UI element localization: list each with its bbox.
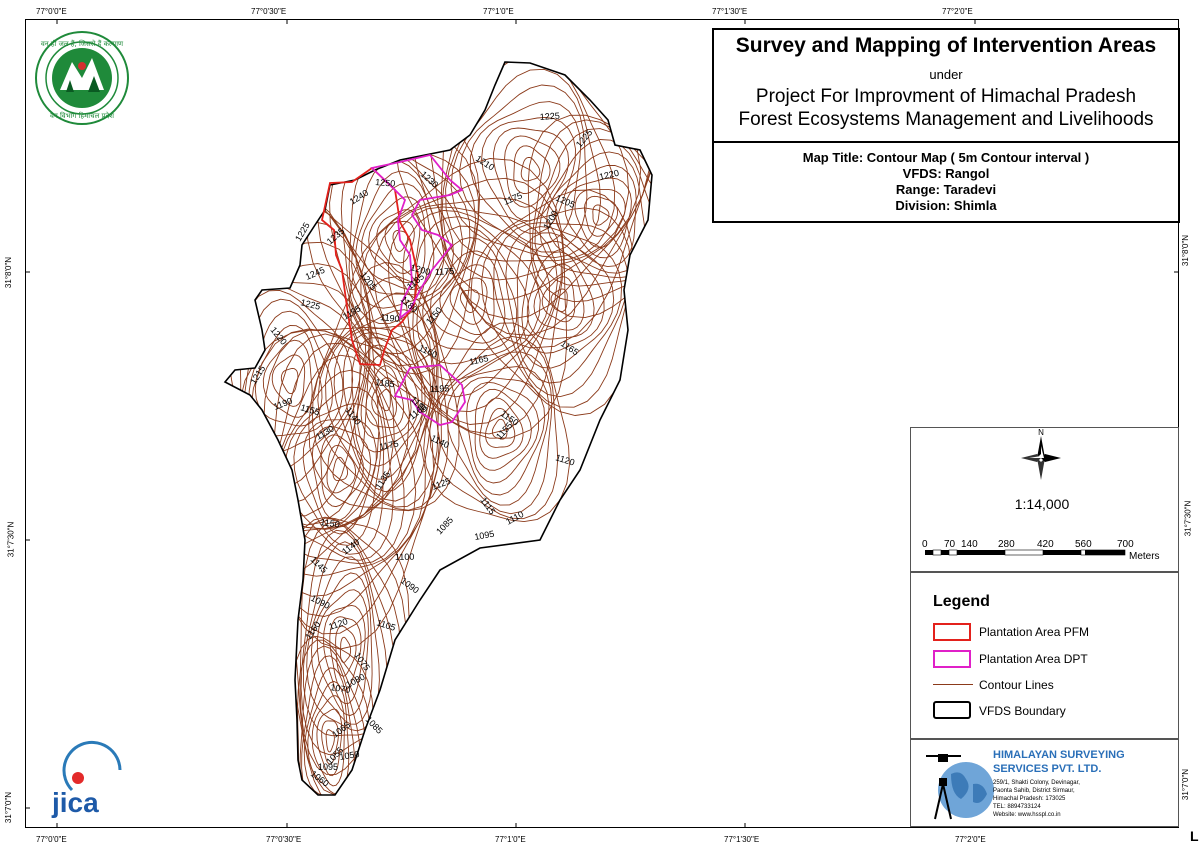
contour-label: 1190 bbox=[272, 396, 294, 412]
contour-line bbox=[326, 444, 356, 494]
legend-swatch-dpt bbox=[933, 650, 971, 668]
project-line-1: Project For Improvment of Himachal Prade… bbox=[755, 86, 1137, 107]
vfds-boundary bbox=[223, 61, 653, 796]
legend-box: Legend Plantation Area PFM Plantation Ar… bbox=[910, 572, 1179, 739]
scale-tick-2: 140 bbox=[961, 539, 978, 550]
map-title: Map Title: Contour Map ( 5m Contour inte… bbox=[802, 150, 1090, 165]
contour-label: 1115 bbox=[478, 495, 497, 516]
logo-text-top: वन ही जल हैं, जिससे हैं कल्याण bbox=[41, 39, 124, 48]
contour-label: 1195 bbox=[430, 383, 450, 394]
jica-wordmark: jica bbox=[51, 787, 99, 818]
contour-label: 1090 bbox=[399, 576, 421, 596]
legend-swatch-contour bbox=[933, 684, 973, 685]
contour-label: 1225 bbox=[300, 297, 322, 312]
contour-label: 1175 bbox=[435, 266, 455, 277]
company-name-line1: HIMALAYAN SURVEYING bbox=[993, 749, 1125, 761]
contour-label: 1240 bbox=[348, 188, 370, 207]
jica-logo: jica bbox=[51, 740, 122, 818]
contour-label: 1145 bbox=[309, 554, 330, 575]
contour-line bbox=[583, 195, 619, 237]
scale-tick-4: 420 bbox=[1037, 539, 1054, 550]
contour-label: 1100 bbox=[395, 552, 415, 562]
contour-label: 1085 bbox=[434, 515, 455, 536]
globe-logo-icon bbox=[926, 754, 994, 820]
contour-label: 1225 bbox=[539, 111, 560, 122]
legend-label-boundary: VFDS Boundary bbox=[979, 704, 1066, 718]
contour-line bbox=[410, 62, 652, 336]
scale-tick-0: 0 bbox=[922, 539, 928, 550]
legend-label-pfm: Plantation Area PFM bbox=[979, 625, 1090, 639]
contour-label: 1175 bbox=[502, 190, 524, 207]
contour-label: 1095 bbox=[474, 529, 495, 542]
scale-tick-3: 280 bbox=[998, 539, 1015, 550]
contour-label: 1220 bbox=[598, 168, 620, 182]
contour-label: 1090 bbox=[309, 593, 331, 611]
north-arrow-icon bbox=[1021, 436, 1061, 480]
edge-letter: L bbox=[1190, 828, 1199, 844]
scale-tick-5: 560 bbox=[1075, 539, 1092, 550]
contour-label: 1160 bbox=[303, 619, 322, 641]
scale-bar bbox=[925, 549, 1126, 556]
company-address-2: Paonta Sahib, District Sirmaur, bbox=[993, 788, 1075, 794]
company-box: HIMALAYAN SURVEYING SERVICES PVT. LTD. 2… bbox=[910, 739, 1179, 827]
logo-text-bottom: वन विभाग हिमाचल प्रदेश bbox=[50, 111, 114, 120]
legend-swatch-pfm bbox=[933, 623, 971, 641]
contour-line bbox=[236, 326, 442, 650]
contour-label: 1225 bbox=[293, 221, 312, 243]
title-under: under bbox=[929, 67, 963, 82]
contour-label: 1070 bbox=[330, 682, 351, 695]
contour-label: 1130 bbox=[314, 423, 336, 441]
company-website: Website: www.hsspl.co.in bbox=[993, 812, 1061, 818]
contour-label: 1225 bbox=[574, 128, 595, 150]
contour-line bbox=[225, 220, 380, 530]
contour-label: 1175 bbox=[378, 438, 399, 452]
contour-label: 1190 bbox=[380, 312, 400, 324]
scale-ratio: 1:14,000 bbox=[1015, 496, 1070, 512]
legend-label-dpt: Plantation Area DPT bbox=[979, 652, 1088, 666]
title-divider bbox=[714, 141, 1178, 143]
contour-line bbox=[280, 367, 299, 395]
company-address-1: 259/1, Shakti Colony, Devinagar, bbox=[993, 780, 1080, 786]
north-label: N bbox=[1038, 428, 1044, 437]
division-name: Division: Shimla bbox=[895, 198, 997, 213]
company-address-3: Himachal Pradesh: 173025 bbox=[993, 796, 1066, 802]
title-box: Survey and Mapping of Intervention Areas… bbox=[712, 28, 1180, 223]
legend-swatch-boundary bbox=[933, 701, 971, 719]
scale-tick-6: 700 bbox=[1117, 539, 1134, 550]
vfds-name: VFDS: Rangol bbox=[902, 166, 990, 181]
contour-label: 1165 bbox=[468, 353, 489, 367]
contour-label: 1250 bbox=[375, 177, 396, 189]
scale-unit: Meters bbox=[1129, 551, 1160, 562]
company-phone: TEL: 8894733124 bbox=[993, 804, 1041, 810]
company-name-line2: SERVICES PVT. LTD. bbox=[993, 763, 1102, 775]
range-name: Range: Taradevi bbox=[895, 182, 997, 197]
title-main: Survey and Mapping of Intervention Areas bbox=[735, 34, 1157, 57]
contour-label: 1165 bbox=[559, 338, 581, 357]
scale-box: N 1:14,000 0 70 140 280 420 560 700 Mete… bbox=[910, 427, 1179, 572]
project-line-2: Forest Ecosystems Management and Livelih… bbox=[738, 109, 1154, 130]
contour-label: 1210 bbox=[474, 153, 496, 172]
scale-tick-1: 70 bbox=[944, 539, 956, 550]
contour-label: 1105 bbox=[375, 617, 397, 632]
contour-label: 1160 bbox=[417, 343, 439, 360]
contour-label: 1135 bbox=[373, 469, 392, 491]
contour-label: 1125 bbox=[430, 476, 452, 492]
contour-label: 1245 bbox=[304, 265, 326, 282]
legend-title: Legend bbox=[933, 593, 990, 610]
legend-label-contour: Contour Lines bbox=[979, 678, 1054, 692]
contour-label: 1050 bbox=[339, 749, 360, 762]
